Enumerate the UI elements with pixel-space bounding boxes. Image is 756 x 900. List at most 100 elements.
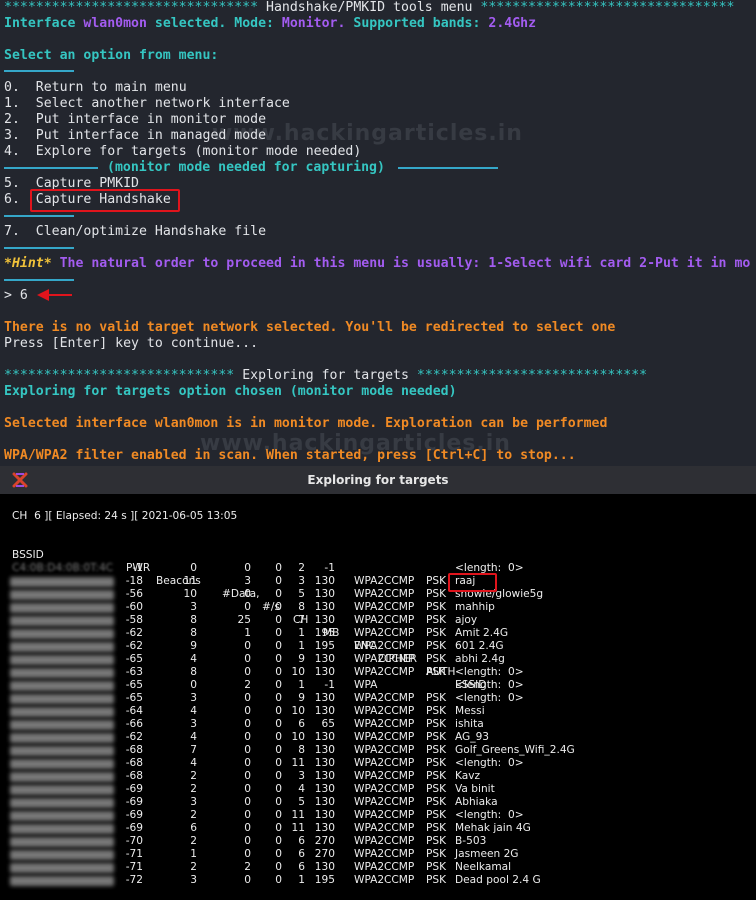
enc-cell: WPA2 bbox=[354, 640, 385, 652]
data-cell: 0 bbox=[244, 835, 251, 847]
bssid-cell bbox=[10, 616, 114, 626]
mb-cell: -1 bbox=[324, 679, 335, 691]
data-cell: 2 bbox=[244, 861, 251, 873]
enc-cell: WPA2 bbox=[354, 796, 385, 808]
table-row[interactable]: -69 2 0 0 11 130 WPA2 CCMP PSK <length: 0> bbox=[0, 809, 756, 822]
bssid-cell bbox=[10, 850, 114, 860]
table-row[interactable]: -72 3 0 0 1 195 WPA2 CCMP PSK Dead pool 2.4 G bbox=[0, 874, 756, 887]
menu-item-1[interactable]: 1. Select another network interface bbox=[4, 96, 290, 112]
interface-status: Interface wlan0mon selected. Mode: Monit… bbox=[4, 16, 537, 31]
essid-cell: Jasmeen 2G bbox=[455, 848, 519, 860]
mb-cell: 130 bbox=[314, 705, 335, 717]
cipher-cell: CCMP bbox=[384, 640, 415, 652]
table-row[interactable]: -69 2 0 0 4 130 WPA2 CCMP PSK Va binit bbox=[0, 783, 756, 796]
ch-cell: 7 bbox=[298, 614, 305, 626]
pwr-cell: -58 bbox=[125, 614, 143, 626]
table-row[interactable]: -65 0 2 0 1 -1 WPA <length: 0> bbox=[0, 679, 756, 692]
s-cell: 0 bbox=[275, 796, 282, 808]
terminal-pane[interactable]: www.hackingarticles.in www.hackingarticl… bbox=[0, 0, 756, 466]
pwr-cell: -63 bbox=[125, 666, 143, 678]
pwr-cell: -68 bbox=[125, 770, 143, 782]
mb-cell: 130 bbox=[314, 809, 335, 821]
window-titlebar[interactable]: Exploring for targets bbox=[0, 466, 756, 494]
ch-cell: 8 bbox=[298, 601, 305, 613]
ch-cell: 9 bbox=[298, 653, 305, 665]
table-row[interactable]: -70 2 0 0 6 270 WPA2 CCMP PSK B-503 bbox=[0, 835, 756, 848]
data-cell: 0 bbox=[244, 744, 251, 756]
ch-cell: 10 bbox=[291, 731, 305, 743]
table-row[interactable]: -58 8 25 0 7 130 WPA2 CCMP PSK ajoy bbox=[0, 614, 756, 627]
data-cell: 1 bbox=[244, 627, 251, 639]
pwr-cell: -68 bbox=[125, 757, 143, 769]
pwr-cell: -71 bbox=[125, 848, 143, 860]
menu-item-4[interactable]: 4. Explore for targets (monitor mode nee… bbox=[4, 144, 361, 160]
auth-cell: PSK bbox=[426, 718, 447, 730]
menu-item-7[interactable]: 7. Clean/optimize Handshake file bbox=[4, 224, 266, 240]
menu-item-2[interactable]: 2. Put interface in monitor mode bbox=[4, 112, 266, 128]
table-row[interactable]: -71 1 0 0 6 270 WPA2 CCMP PSK Jasmeen 2G bbox=[0, 848, 756, 861]
mb-cell: 130 bbox=[314, 770, 335, 782]
pwr-cell: -1 bbox=[132, 562, 143, 574]
essid-cell: Neelkamal bbox=[455, 861, 512, 873]
cipher-cell: CCMP bbox=[384, 783, 415, 795]
data-cell: 0 bbox=[244, 809, 251, 821]
table-row[interactable]: -63 8 0 0 10 130 WPA2 CCMP PSK <length: 0> bbox=[0, 666, 756, 679]
enc-cell: WPA2 bbox=[354, 666, 385, 678]
table-row[interactable]: -71 2 2 0 6 130 WPA2 CCMP PSK Neelkamal bbox=[0, 861, 756, 874]
table-row[interactable]: -64 4 0 0 10 130 WPA2 CCMP PSK Messi bbox=[0, 705, 756, 718]
ch-cell: 10 bbox=[291, 666, 305, 678]
cipher-cell: CCMP bbox=[384, 705, 415, 717]
essid-cell: <length: 0> bbox=[455, 692, 524, 704]
essid-cell: mahhip bbox=[455, 601, 495, 613]
mb-cell: 130 bbox=[314, 666, 335, 678]
table-row[interactable]: -18 11 3 0 3 130 WPA2 CCMP PSK raaj bbox=[0, 575, 756, 588]
table-row[interactable]: -62 8 1 0 1 195 WPA2 CCMP PSK Amit 2.4G bbox=[0, 627, 756, 640]
ch-cell: 4 bbox=[298, 783, 305, 795]
table-row[interactable]: -69 3 0 0 5 130 WPA2 CCMP PSK Abhiaka bbox=[0, 796, 756, 809]
table-row[interactable]: -69 6 0 0 11 130 WPA2 CCMP PSK Mehak jain 4G bbox=[0, 822, 756, 835]
hint-line: *Hint* The natural order to proceed in t… bbox=[4, 256, 751, 271]
mode-value: Monitor. bbox=[281, 16, 346, 31]
table-row[interactable]: -65 3 0 0 9 130 WPA2 CCMP PSK <length: 0> bbox=[0, 692, 756, 705]
data-cell: 25 bbox=[237, 614, 251, 626]
table-row[interactable]: -60 3 0 0 8 130 WPA2 CCMP PSK mahhip bbox=[0, 601, 756, 614]
table-row[interactable]: -66 3 0 0 6 65 WPA2 CCMP PSK ishita bbox=[0, 718, 756, 731]
command-prompt[interactable]: > 6 bbox=[4, 288, 28, 304]
ch-cell: 2 bbox=[298, 562, 305, 574]
table-row[interactable]: -62 9 0 0 1 195 WPA2 CCMP PSK 601 2.4G bbox=[0, 640, 756, 653]
ch-cell: 1 bbox=[298, 679, 305, 691]
auth-cell: PSK bbox=[426, 848, 447, 860]
table-row[interactable]: -68 7 0 0 8 130 WPA2 CCMP PSK Golf_Greens_Wifi_2.… bbox=[0, 744, 756, 757]
cipher-cell: CCMP bbox=[384, 614, 415, 626]
data-cell: 0 bbox=[244, 640, 251, 652]
table-row[interactable]: -68 4 0 0 11 130 WPA2 CCMP PSK <length: 0> bbox=[0, 757, 756, 770]
table-row[interactable]: -65 4 0 0 9 130 WPA2 CCMP PSK abhi 2.4g bbox=[0, 653, 756, 666]
auth-cell: PSK bbox=[426, 666, 447, 678]
select-prompt: Select an option from menu: bbox=[4, 48, 219, 63]
pwr-cell: -71 bbox=[125, 861, 143, 873]
beacons-cell: 2 bbox=[190, 783, 197, 795]
data-cell: 0 bbox=[244, 718, 251, 730]
s-cell: 0 bbox=[275, 705, 282, 717]
table-row[interactable]: C4:0B:D4:0B:0T:4C -1 0 0 0 2 -1 <length: 0> bbox=[0, 562, 756, 575]
table-row[interactable]: -62 4 0 0 10 130 WPA2 CCMP PSK AG_93 bbox=[0, 731, 756, 744]
table-row[interactable]: -68 2 0 0 3 130 WPA2 CCMP PSK Kavz bbox=[0, 770, 756, 783]
pwr-cell: -69 bbox=[125, 822, 143, 834]
enc-cell: WPA2 bbox=[354, 770, 385, 782]
explore-window[interactable]: Exploring for targets CH 6 ][ Elapsed: 2… bbox=[0, 466, 756, 900]
pwr-cell: -65 bbox=[125, 692, 143, 704]
auth-cell: PSK bbox=[426, 783, 447, 795]
pwr-cell: -62 bbox=[125, 731, 143, 743]
monitor-needed-label: (monitor mode needed for capturing) bbox=[107, 160, 385, 175]
menu-item-0[interactable]: 0. Return to main menu bbox=[4, 80, 187, 96]
menu-item-3[interactable]: 3. Put interface in managed mode bbox=[4, 128, 266, 144]
bssid-cell bbox=[10, 681, 114, 691]
s-cell: 0 bbox=[275, 601, 282, 613]
ch-cell: 1 bbox=[298, 874, 305, 886]
enc-cell: WPA2 bbox=[354, 835, 385, 847]
beacons-cell: 2 bbox=[190, 861, 197, 873]
pwr-cell: -68 bbox=[125, 744, 143, 756]
table-row[interactable]: -56 10 0 0 5 130 WPA2 CCMP PSK snowie/glowie5g bbox=[0, 588, 756, 601]
ch-cell: 5 bbox=[298, 588, 305, 600]
s-cell: 0 bbox=[275, 653, 282, 665]
